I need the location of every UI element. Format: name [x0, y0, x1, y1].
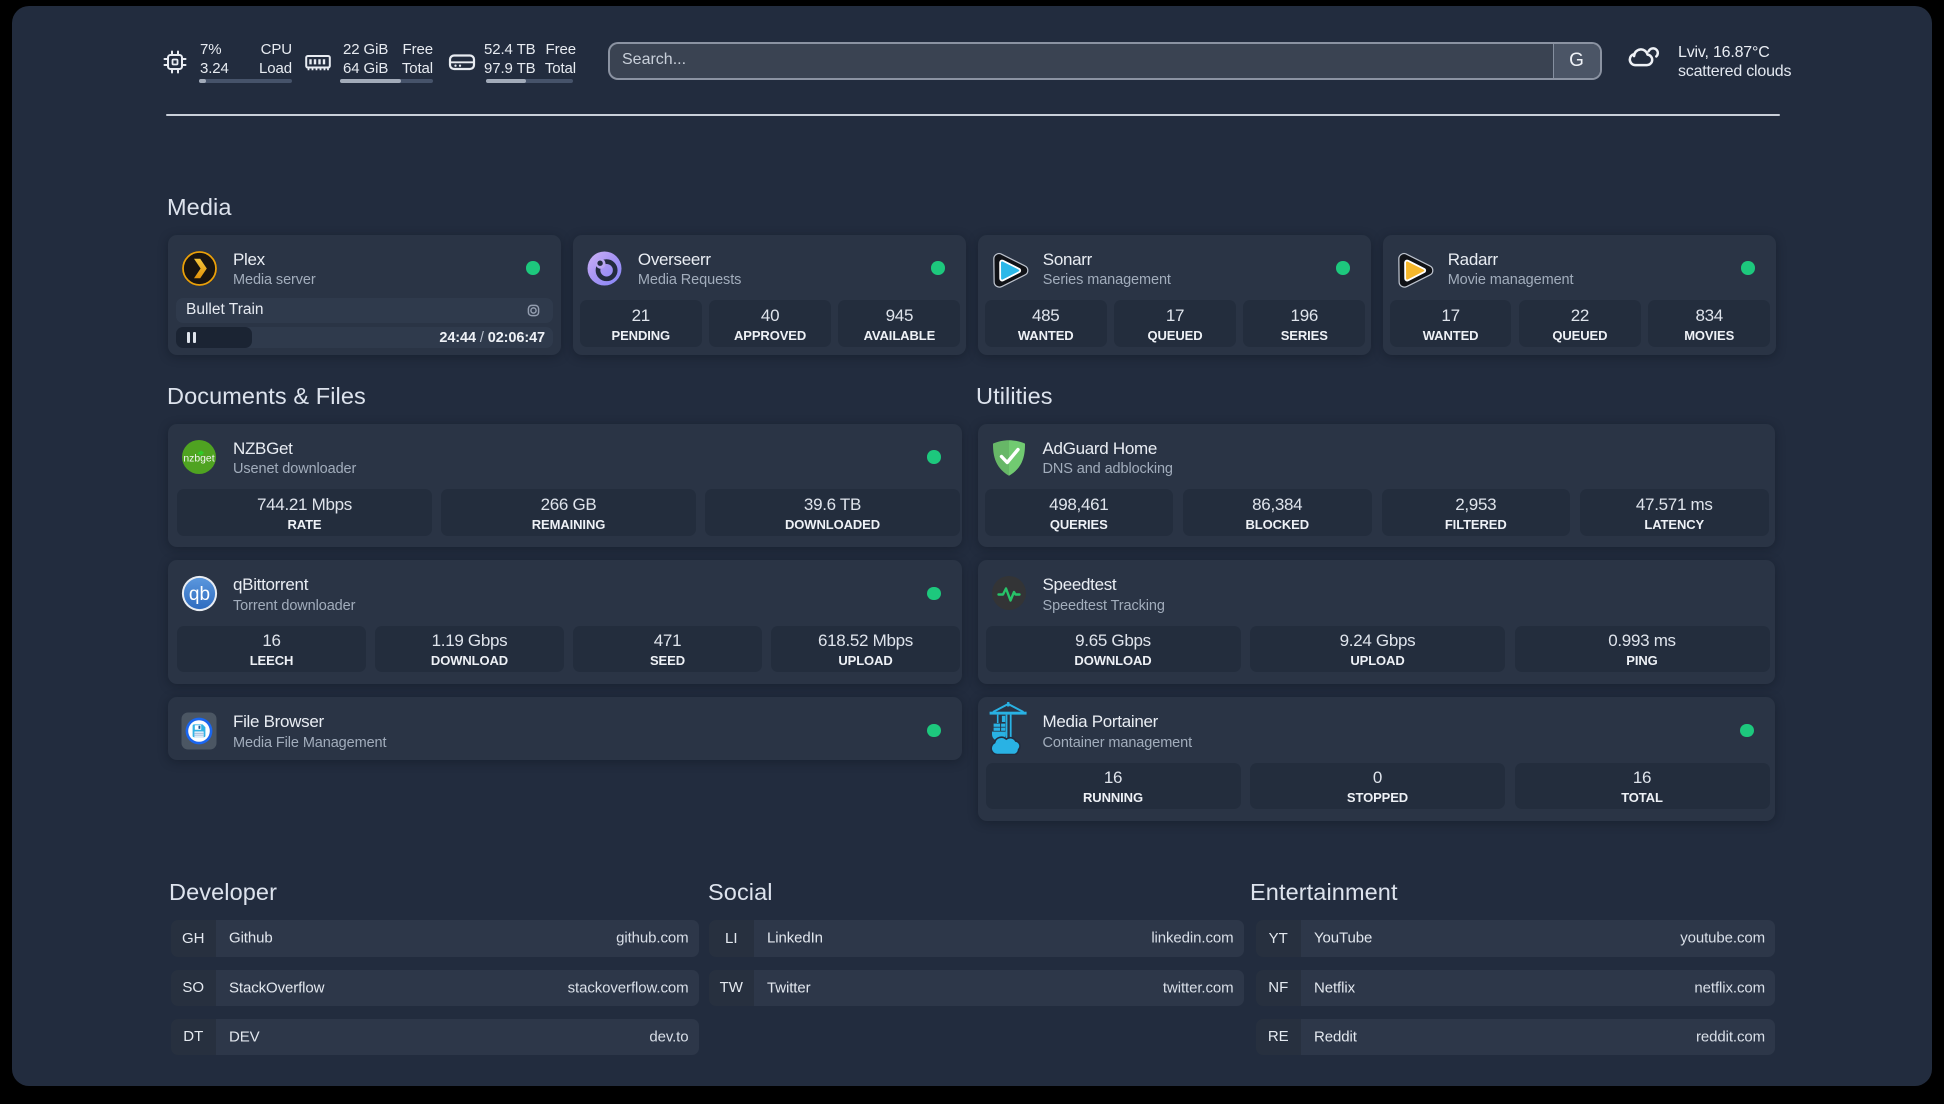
- svg-text:nzbget: nzbget: [183, 453, 214, 464]
- svg-text:qb: qb: [189, 584, 210, 605]
